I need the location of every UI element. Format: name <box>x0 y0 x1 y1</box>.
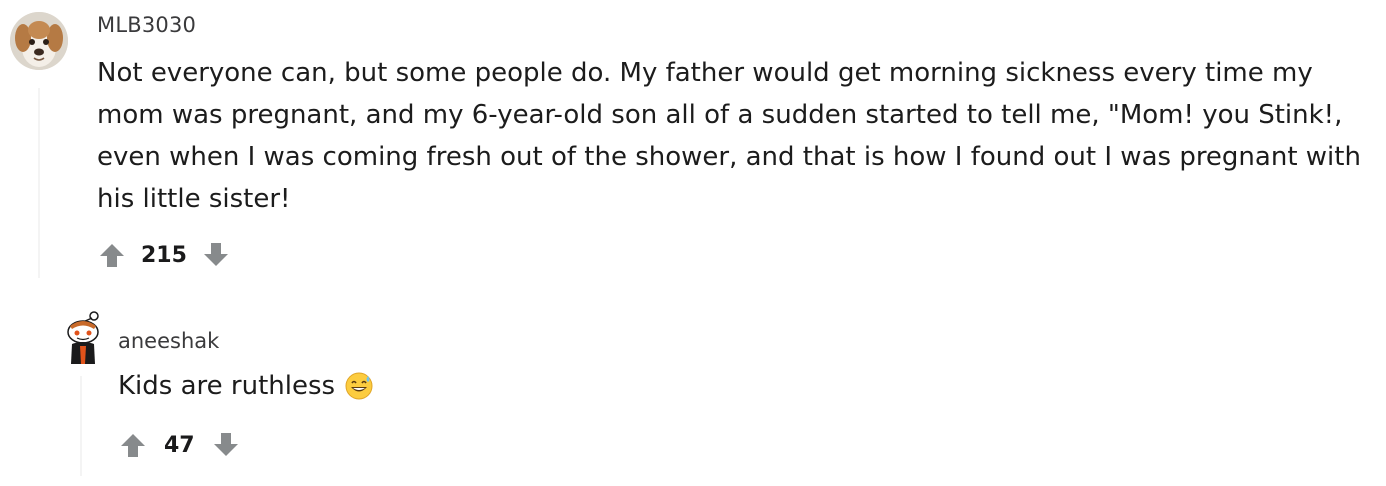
vote-count: 215 <box>141 242 187 268</box>
comment-body: Not everyone can, but some people do. My… <box>97 58 1361 214</box>
vote-bar: 215 <box>97 240 231 270</box>
vote-count: 47 <box>164 432 195 458</box>
arrow-down-icon <box>203 243 228 266</box>
upvote-button[interactable] <box>118 430 148 460</box>
vote-bar: 47 <box>118 430 241 460</box>
thread-line[interactable] <box>80 376 82 476</box>
thread-line[interactable] <box>38 88 40 278</box>
reply-body-text: Kids are ruthless <box>118 371 336 401</box>
reply-username[interactable]: aneeshak <box>118 329 219 353</box>
reply-comment: aneeshak Kids are ruthless 47 <box>0 300 1386 486</box>
snoo-avatar-icon[interactable] <box>62 310 102 364</box>
downvote-button[interactable] <box>201 240 231 270</box>
arrow-up-icon <box>121 434 145 457</box>
arrow-up-icon <box>100 244 124 267</box>
arrow-down-icon <box>213 433 238 456</box>
upvote-button[interactable] <box>97 240 127 270</box>
comment-username[interactable]: MLB3030 <box>97 13 196 37</box>
dog-avatar-icon[interactable] <box>10 12 68 70</box>
comment: MLB3030 Not everyone can, but some peopl… <box>0 0 1386 290</box>
grinning-sweat-emoji-icon <box>345 372 373 400</box>
reply-body: Kids are ruthless <box>118 366 373 406</box>
downvote-button[interactable] <box>211 430 241 460</box>
